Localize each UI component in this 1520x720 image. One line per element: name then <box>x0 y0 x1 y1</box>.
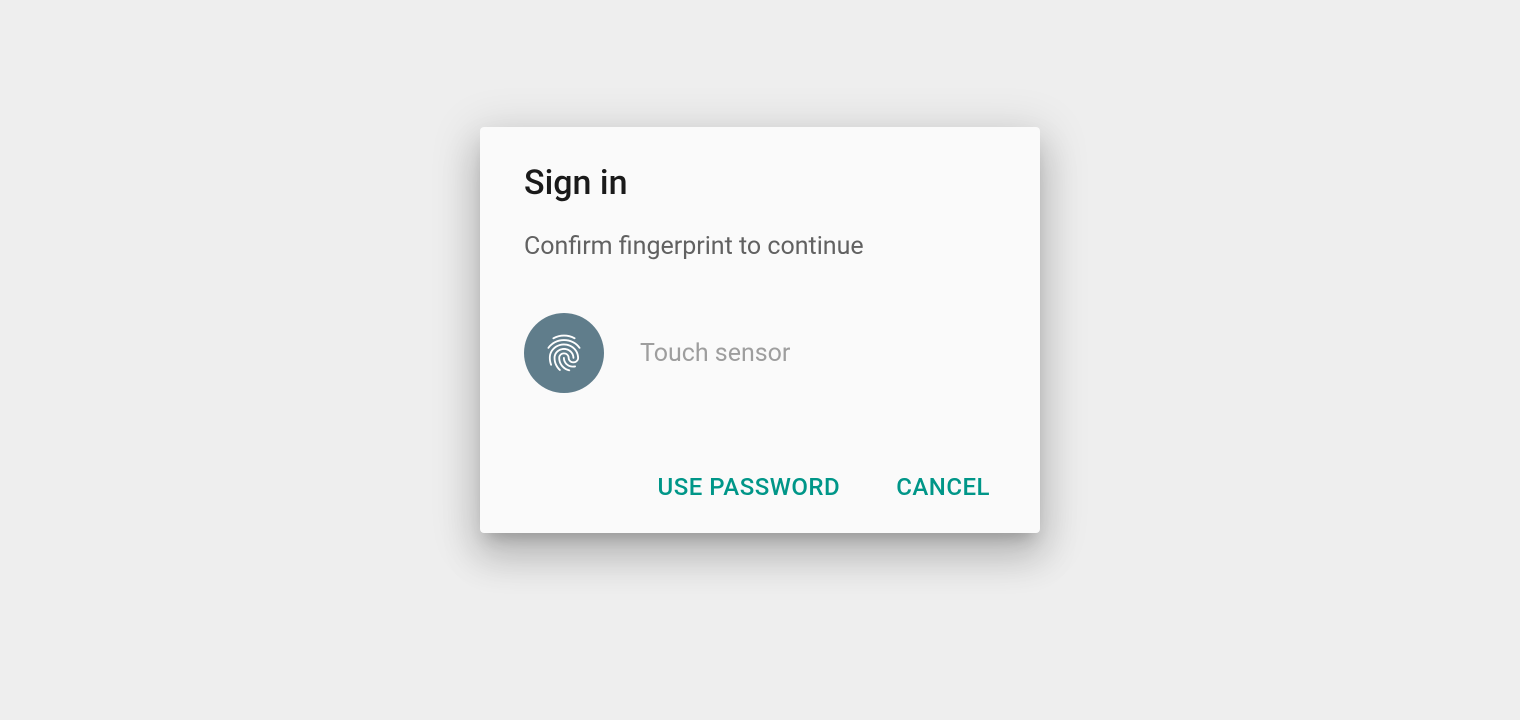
dialog-subtitle: Confirm fingerprint to continue <box>524 231 996 264</box>
sensor-label: Touch sensor <box>640 339 790 368</box>
fingerprint-icon-svg <box>542 331 586 375</box>
cancel-button[interactable]: CANCEL <box>892 465 994 509</box>
dialog-title: Sign in <box>524 163 996 203</box>
dialog-actions: USE PASSWORD CANCEL <box>524 465 996 509</box>
use-password-button[interactable]: USE PASSWORD <box>654 465 845 509</box>
sign-in-dialog: Sign in Confirm fingerprint to continue … <box>480 127 1040 534</box>
sensor-row: Touch sensor <box>524 313 996 393</box>
fingerprint-icon[interactable] <box>524 313 604 393</box>
